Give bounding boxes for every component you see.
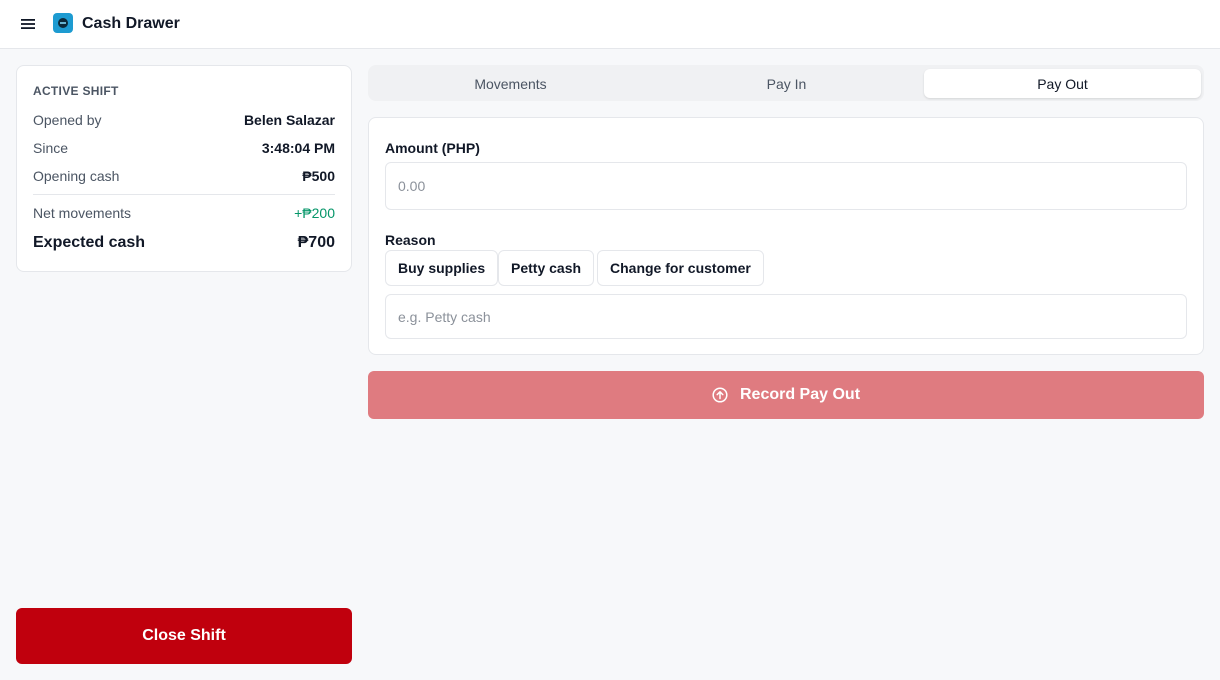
opening-cash-value: ₱500: [302, 168, 335, 184]
reason-label: Reason: [385, 232, 436, 248]
since-row: Since 3:48:04 PM: [33, 140, 335, 160]
tab-movements[interactable]: Movements: [372, 69, 649, 98]
opened-by-row: Opened by Belen Salazar: [33, 112, 335, 132]
expected-cash-label: Expected cash: [33, 234, 146, 251]
reason-input[interactable]: [385, 294, 1187, 339]
app-title: Cash Drawer: [82, 15, 180, 32]
tab-pay-out[interactable]: Pay Out: [924, 69, 1201, 98]
cash-drawer-logo-icon: [53, 13, 73, 33]
reason-chip-change-for-customer[interactable]: Change for customer: [597, 250, 764, 286]
record-pay-out-button[interactable]: Record Pay Out: [368, 371, 1204, 419]
active-shift-heading: ACTIVE SHIFT: [33, 84, 119, 98]
shift-divider: [33, 194, 335, 195]
opening-cash-label: Opening cash: [33, 168, 120, 184]
movement-tabs: Movements Pay In Pay Out: [368, 65, 1204, 101]
since-label: Since: [33, 140, 69, 156]
net-movements-value: +₱200: [294, 205, 335, 221]
opening-cash-row: Opening cash ₱500: [33, 168, 335, 188]
reason-chip-petty-cash[interactable]: Petty cash: [498, 250, 595, 286]
close-shift-button[interactable]: Close Shift: [16, 608, 352, 664]
expected-cash-value: ₱700: [297, 234, 335, 251]
amount-label: Amount (PHP): [385, 140, 480, 156]
opened-by-label: Opened by: [33, 112, 102, 128]
app-header: Cash Drawer: [0, 0, 1220, 49]
opened-by-value: Belen Salazar: [243, 112, 335, 128]
expected-cash-row: Expected cash ₱700: [33, 234, 335, 254]
hamburger-menu-icon[interactable]: [18, 14, 38, 34]
arrow-up-circle-icon: [712, 387, 728, 403]
net-movements-row: Net movements +₱200: [33, 205, 335, 225]
tab-pay-in[interactable]: Pay In: [648, 69, 925, 98]
amount-input[interactable]: [385, 162, 1187, 210]
record-pay-out-label: Record Pay Out: [739, 386, 861, 403]
active-shift-card: ACTIVE SHIFT Opened by Belen Salazar Sin…: [16, 65, 352, 272]
since-value: 3:48:04 PM: [261, 140, 335, 156]
reason-chip-buy-supplies[interactable]: Buy supplies: [385, 250, 499, 286]
net-movements-label: Net movements: [33, 205, 132, 221]
pay-out-form: Amount (PHP) Reason Buy supplies Petty c…: [368, 117, 1204, 355]
